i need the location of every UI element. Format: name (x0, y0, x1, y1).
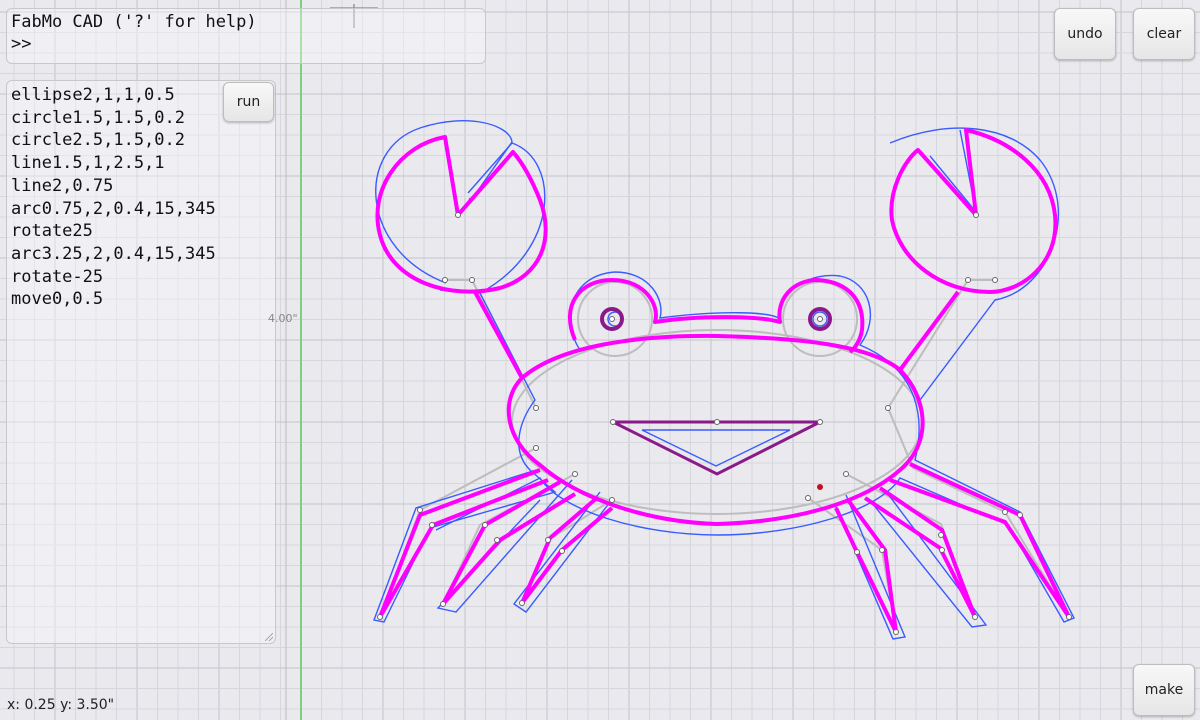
dimension-label: 4.00" (268, 312, 298, 325)
clear-button[interactable]: clear (1133, 8, 1195, 60)
run-button[interactable]: run (223, 82, 274, 122)
cursor-point (817, 484, 823, 490)
code-line[interactable]: line1.5,1,2.5,1 (11, 152, 271, 175)
command-console[interactable]: FabMo CAD ('?' for help) >> (6, 8, 486, 64)
code-line[interactable]: circle2.5,1.5,0.2 (11, 129, 271, 152)
cursor-coordinates: x: 0.25 y: 3.50" (7, 697, 115, 713)
code-line[interactable]: arc0.75,2,0.4,15,345 (11, 198, 271, 221)
code-line[interactable]: line2,0.75 (11, 175, 271, 198)
code-line[interactable]: rotate25 (11, 220, 271, 243)
code-line[interactable]: rotate-25 (11, 266, 271, 289)
code-line[interactable]: move0,0.5 (11, 288, 271, 311)
make-button[interactable]: make (1133, 664, 1195, 716)
console-prompt[interactable]: >> (11, 33, 481, 55)
code-line[interactable]: arc3.25,2,0.4,15,345 (11, 243, 271, 266)
undo-button[interactable]: undo (1054, 8, 1116, 60)
resize-grip-icon[interactable] (265, 633, 273, 641)
console-title: FabMo CAD ('?' for help) (11, 12, 257, 32)
code-editor[interactable]: ellipse2,1,1,0.5 circle1.5,1.5,0.2 circl… (6, 80, 276, 644)
